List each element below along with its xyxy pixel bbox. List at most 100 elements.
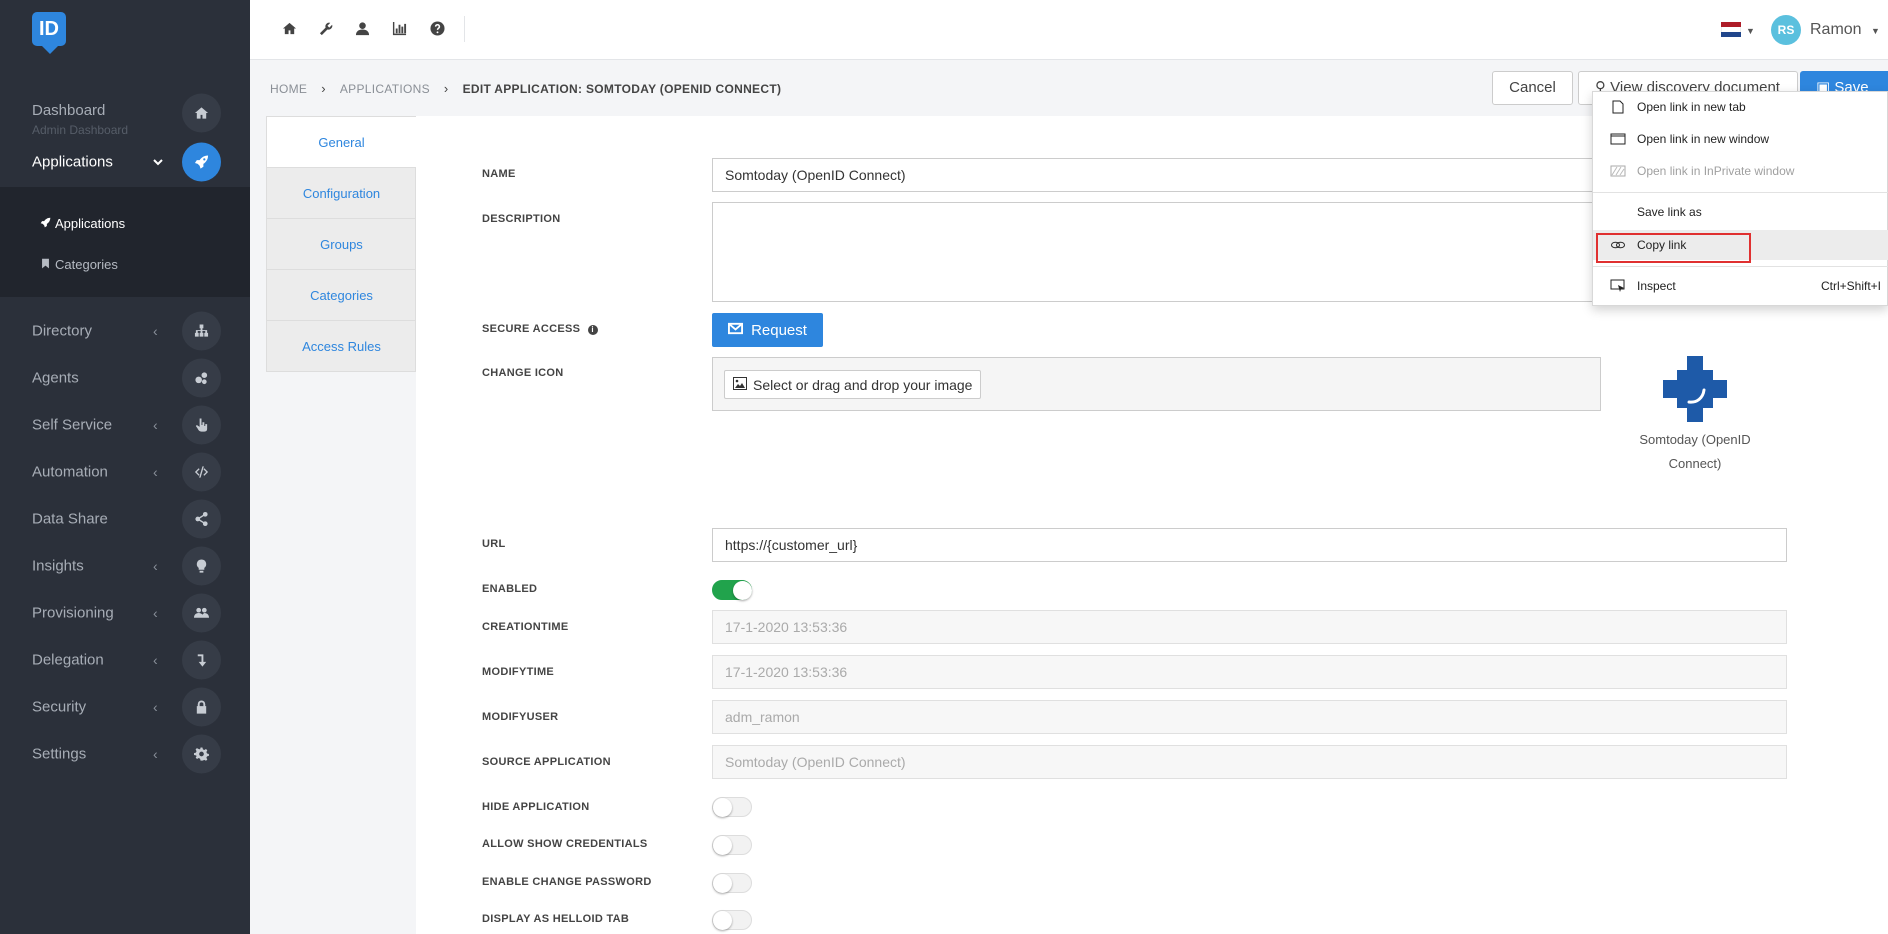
display-as-helloid-tab-label: DISPLAY AS HELLOID TAB bbox=[482, 913, 630, 925]
chevron-left-icon: ‹ bbox=[153, 745, 158, 762]
helloid-logo[interactable]: ID bbox=[32, 12, 66, 54]
sidebar-item-dashboard[interactable]: Dashboard Admin Dashboard bbox=[0, 88, 250, 138]
sidebar-item-label: Agents bbox=[32, 369, 79, 386]
wrench-icon[interactable] bbox=[316, 18, 336, 38]
sidebar-item-label: Directory bbox=[32, 322, 93, 339]
level-down-icon bbox=[182, 640, 221, 679]
rocket-icon bbox=[182, 142, 221, 181]
user-name[interactable]: Ramon bbox=[1810, 21, 1862, 39]
sidebar-item-label: Security bbox=[32, 698, 87, 715]
image-dropzone[interactable]: Select or drag and drop your image bbox=[712, 357, 1601, 411]
menu-item-save-link-as[interactable]: Save link as bbox=[1593, 197, 1888, 227]
display-as-helloid-tab-toggle[interactable] bbox=[712, 910, 752, 930]
rocket-icon bbox=[40, 216, 51, 231]
url-label: URL bbox=[482, 538, 506, 550]
sidebar-item-applications[interactable]: Applications bbox=[0, 138, 250, 185]
subnav-item-label: Categories bbox=[55, 257, 118, 272]
toggle-knob bbox=[733, 581, 752, 600]
chevron-left-icon: ‹ bbox=[153, 416, 158, 433]
sidebar-item-security[interactable]: Security ‹ bbox=[0, 683, 250, 730]
sidebar-item-label: Settings bbox=[32, 745, 87, 762]
subnav-item-applications[interactable]: Applications bbox=[40, 216, 125, 231]
caret-down-icon[interactable]: ▼ bbox=[1746, 26, 1755, 36]
tab-configuration[interactable]: Configuration bbox=[267, 168, 416, 219]
enabled-toggle[interactable] bbox=[712, 580, 752, 600]
menu-item-open-new-tab[interactable]: Open link in new tab bbox=[1593, 92, 1888, 122]
menu-item-open-inprivate: Open link in InPrivate window bbox=[1593, 156, 1888, 186]
gear-icon bbox=[182, 734, 221, 773]
toggle-knob bbox=[713, 874, 732, 893]
button-label: Request bbox=[751, 321, 807, 339]
sidebar-item-delegation[interactable]: Delegation ‹ bbox=[0, 636, 250, 683]
code-icon bbox=[182, 452, 221, 491]
sidebar-item-settings[interactable]: Settings ‹ bbox=[0, 730, 250, 777]
home-icon bbox=[182, 93, 221, 133]
new-window-icon bbox=[1610, 132, 1626, 146]
envelope-icon bbox=[728, 321, 744, 340]
chevron-right-icon: › bbox=[443, 81, 449, 96]
request-button[interactable]: Request bbox=[712, 313, 823, 347]
menu-divider bbox=[1593, 192, 1888, 193]
home-icon[interactable] bbox=[279, 18, 299, 38]
sidebar-item-label: Insights bbox=[32, 557, 84, 574]
topbar: ▼ RS Ramon ▼ bbox=[250, 0, 1888, 60]
lock-icon bbox=[182, 687, 221, 726]
modifytime-field: 17-1-2020 13:53:36 bbox=[712, 655, 1787, 689]
info-icon[interactable]: i bbox=[587, 325, 598, 335]
sidebar-subnav: Applications Categories bbox=[0, 187, 250, 297]
chevron-left-icon: ‹ bbox=[153, 557, 158, 574]
pointer-icon bbox=[182, 405, 221, 444]
url-input[interactable]: https://{customer_url} bbox=[712, 528, 1787, 562]
menu-item-open-new-window[interactable]: Open link in new window bbox=[1593, 124, 1888, 154]
chevron-left-icon: ‹ bbox=[153, 604, 158, 621]
breadcrumb-home[interactable]: HOME bbox=[270, 82, 307, 96]
subnav-item-categories[interactable]: Categories bbox=[40, 257, 118, 272]
sidebar-item-automation[interactable]: Automation ‹ bbox=[0, 448, 250, 495]
sidebar-item-insights[interactable]: Insights ‹ bbox=[0, 542, 250, 589]
caret-down-icon[interactable]: ▼ bbox=[1871, 26, 1880, 36]
sidebar-item-directory[interactable]: Directory ‹ bbox=[0, 307, 250, 354]
breadcrumb-applications[interactable]: APPLICATIONS bbox=[340, 82, 430, 96]
sidebar-item-data-share[interactable]: Data Share bbox=[0, 495, 250, 542]
modifytime-label: MODIFYTIME bbox=[482, 666, 555, 678]
context-menu: Open link in new tab Open link in new wi… bbox=[1592, 91, 1888, 306]
sidebar-item-agents[interactable]: Agents bbox=[0, 354, 250, 401]
allow-show-credentials-toggle[interactable] bbox=[712, 835, 752, 855]
sidebar-item-provisioning[interactable]: Provisioning ‹ bbox=[0, 589, 250, 636]
application-logo-caption: Somtoday (OpenID Connect) bbox=[1639, 432, 1751, 471]
bookmark-icon bbox=[40, 257, 51, 272]
language-flag-icon[interactable] bbox=[1721, 22, 1741, 37]
cancel-button[interactable]: Cancel bbox=[1492, 71, 1573, 105]
hide-application-toggle[interactable] bbox=[712, 797, 752, 817]
tab-access-rules[interactable]: Access Rules bbox=[267, 321, 416, 372]
sidebar-item-self-service[interactable]: Self Service ‹ bbox=[0, 401, 250, 448]
sidebar-item-label: Dashboard bbox=[32, 102, 106, 119]
tab-groups[interactable]: Groups bbox=[267, 219, 416, 270]
chevron-down-icon bbox=[153, 154, 163, 170]
allow-show-credentials-label: ALLOW SHOW CREDENTIALS bbox=[482, 838, 648, 850]
enable-change-password-label: ENABLE CHANGE PASSWORD bbox=[482, 876, 652, 888]
users-icon bbox=[182, 593, 221, 632]
bar-chart-icon[interactable] bbox=[389, 18, 409, 38]
toggle-knob bbox=[713, 798, 732, 817]
menu-item-label: Inspect bbox=[1637, 279, 1676, 293]
menu-item-inspect[interactable]: Inspect Ctrl+Shift+I bbox=[1593, 271, 1888, 301]
select-image-button[interactable]: Select or drag and drop your image bbox=[724, 370, 982, 399]
inprivate-icon bbox=[1610, 164, 1626, 178]
lightbulb-icon bbox=[182, 546, 221, 585]
subnav-item-label: Applications bbox=[55, 216, 126, 231]
avatar[interactable]: RS bbox=[1771, 15, 1801, 45]
new-tab-icon bbox=[1610, 100, 1626, 114]
menu-item-shortcut: Ctrl+Shift+I bbox=[1820, 279, 1881, 293]
tab-categories[interactable]: Categories bbox=[267, 270, 416, 321]
toggle-knob bbox=[713, 911, 732, 930]
sidebar-item-label: Provisioning bbox=[32, 604, 114, 621]
enable-change-password-toggle[interactable] bbox=[712, 873, 752, 893]
tab-list: General Configuration Groups Categories … bbox=[266, 116, 416, 372]
question-icon[interactable] bbox=[427, 18, 447, 38]
copy-link-highlight-box bbox=[1596, 233, 1751, 263]
tab-general[interactable]: General bbox=[267, 117, 416, 168]
user-icon[interactable] bbox=[352, 18, 372, 38]
chevron-left-icon: ‹ bbox=[153, 463, 158, 480]
sitemap-icon bbox=[182, 311, 221, 350]
